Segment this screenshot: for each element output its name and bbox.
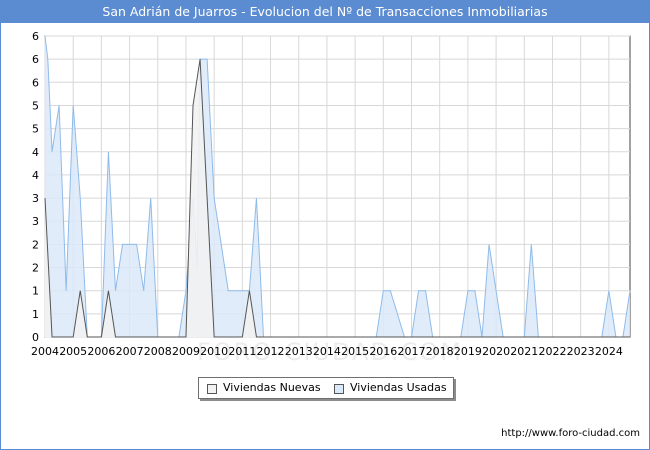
y-tick-label: 5 xyxy=(32,123,39,136)
x-tick-label: 2021 xyxy=(510,345,538,358)
y-tick-label: 4 xyxy=(32,169,39,182)
x-tick-label: 2016 xyxy=(369,345,397,358)
x-tick-label: 2018 xyxy=(426,345,454,358)
y-tick-label: 2 xyxy=(32,238,39,251)
legend: Viviendas Nuevas Viviendas Usadas xyxy=(198,377,454,399)
x-tick-label: 2013 xyxy=(285,345,313,358)
series-area-usadas xyxy=(45,36,630,337)
y-tick-label: 6 xyxy=(32,76,39,89)
legend-swatch-nuevas xyxy=(207,384,217,394)
source-url: http://www.foro-ciudad.com xyxy=(501,428,640,439)
y-tick-label: 6 xyxy=(32,53,39,66)
y-tick-label: 1 xyxy=(32,308,39,321)
x-tick-label: 2009 xyxy=(172,345,200,358)
x-tick-label: 2010 xyxy=(200,345,228,358)
y-tick-label: 6 xyxy=(32,30,39,43)
y-tick-label: 4 xyxy=(32,146,39,159)
y-tick-label: 3 xyxy=(32,192,39,205)
y-tick-label: 0 xyxy=(32,331,39,344)
x-tick-label: 2024 xyxy=(595,345,623,358)
x-tick-label: 2006 xyxy=(87,345,115,358)
x-tick-label: 2012 xyxy=(257,345,285,358)
y-tick-label: 3 xyxy=(32,215,39,228)
x-tick-label: 2020 xyxy=(482,345,510,358)
x-tick-label: 2008 xyxy=(144,345,172,358)
x-tick-label: 2017 xyxy=(398,345,426,358)
y-tick-label: 2 xyxy=(32,262,39,275)
x-tick-label: 2011 xyxy=(228,345,256,358)
x-tick-label: 2019 xyxy=(454,345,482,358)
x-tick-label: 2023 xyxy=(567,345,595,358)
x-tick-label: 2022 xyxy=(538,345,566,358)
x-tick-label: 2004 xyxy=(31,345,59,358)
legend-label-usadas: Viviendas Usadas xyxy=(350,381,447,394)
legend-swatch-usadas xyxy=(334,384,344,394)
y-tick-label: 5 xyxy=(32,99,39,112)
y-tick-label: 1 xyxy=(32,285,39,298)
series-layer xyxy=(44,35,631,338)
x-tick-label: 2005 xyxy=(59,345,87,358)
x-tick-label: 2007 xyxy=(116,345,144,358)
legend-label-nuevas: Viviendas Nuevas xyxy=(223,381,321,394)
x-tick-label: 2015 xyxy=(341,345,369,358)
x-tick-label: 2014 xyxy=(313,345,341,358)
